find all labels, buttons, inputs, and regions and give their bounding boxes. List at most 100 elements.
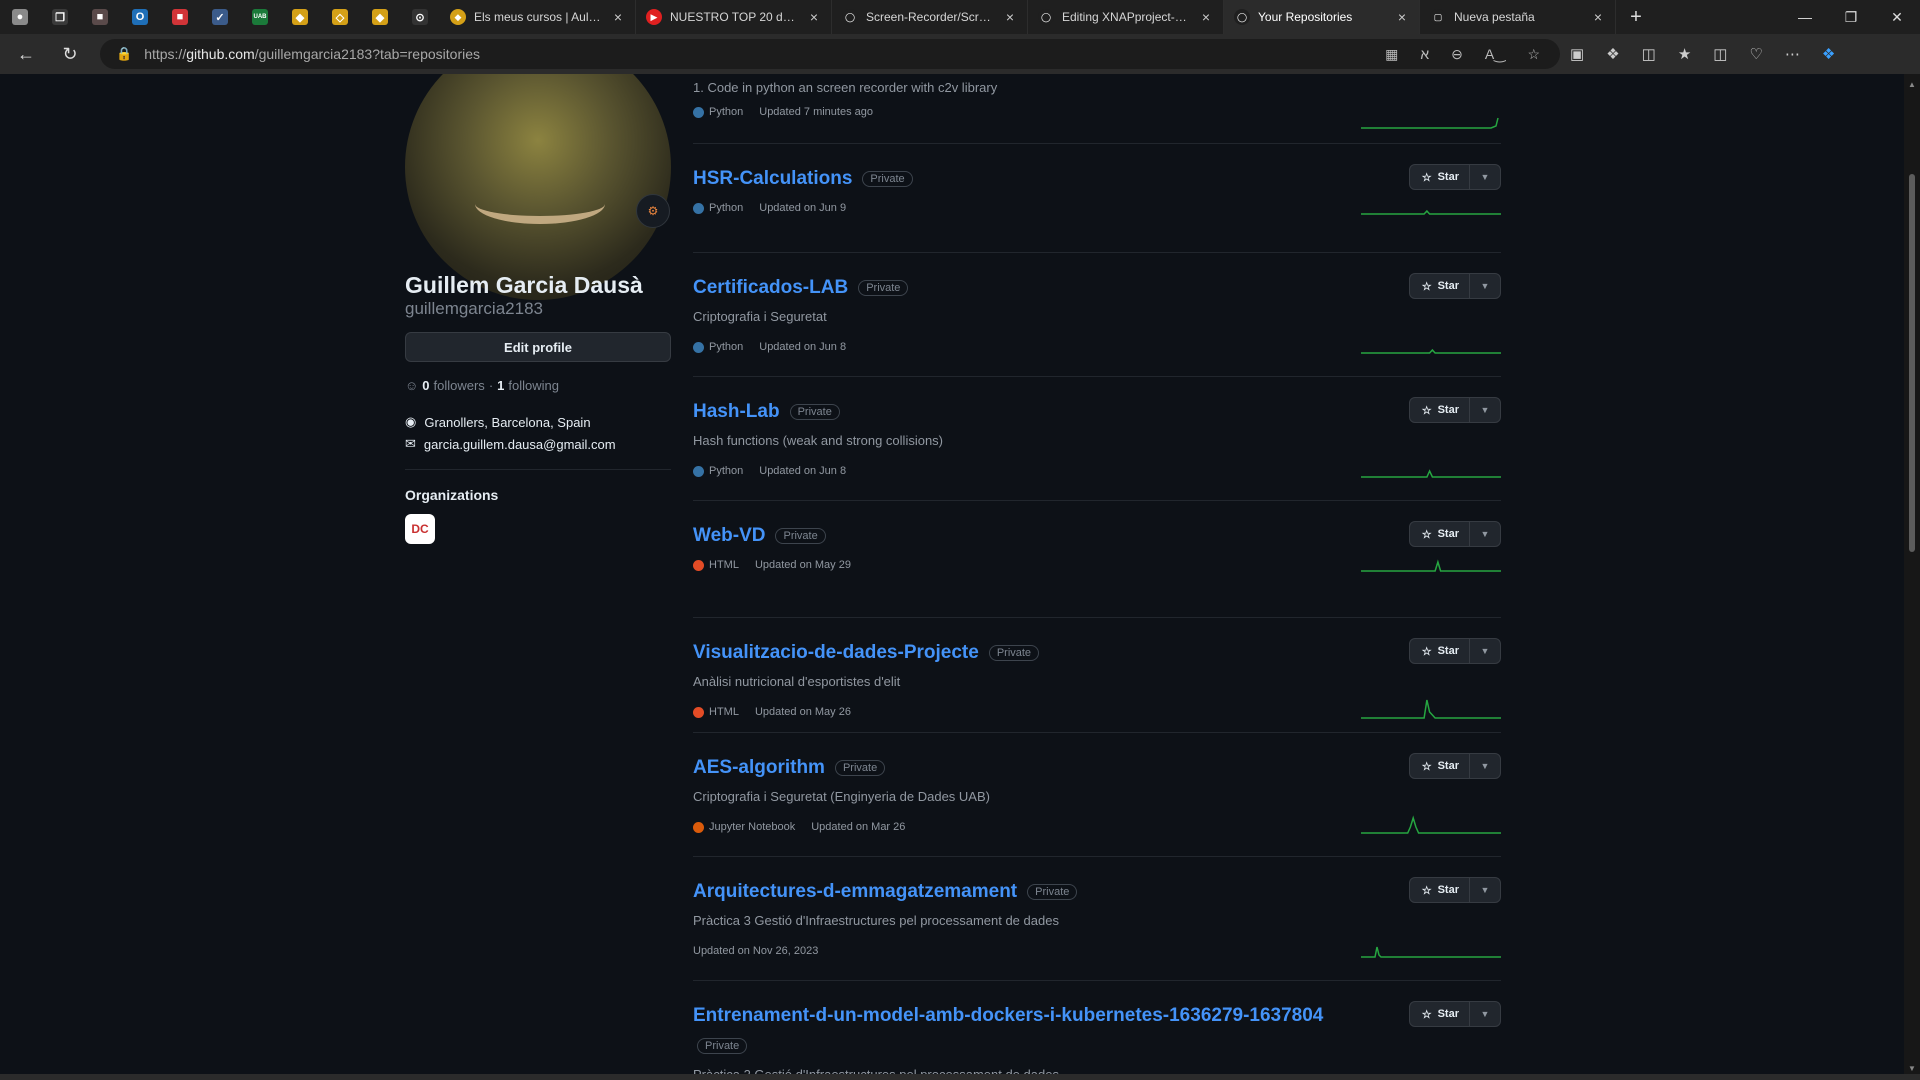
- favorite-star-icon[interactable]: ☆: [1527, 46, 1540, 63]
- flag-extension-icon[interactable]: ▣: [1570, 45, 1584, 63]
- star-list-dropdown[interactable]: ▼: [1470, 1002, 1500, 1026]
- repo-name-link[interactable]: AES-algorithm: [693, 757, 825, 779]
- tab-favicon-icon: ▶: [646, 9, 662, 25]
- star-button[interactable]: ☆ Star: [1410, 398, 1470, 422]
- following-label[interactable]: following: [508, 378, 559, 393]
- star-button[interactable]: ☆ Star: [1410, 522, 1470, 546]
- diamond-2-icon[interactable]: ◇: [320, 0, 360, 34]
- following-count[interactable]: 1: [497, 378, 504, 393]
- back-icon[interactable]: ←: [8, 36, 44, 72]
- email-link[interactable]: garcia.guillem.dausa@gmail.com: [424, 437, 616, 452]
- close-window-icon[interactable]: ✕: [1874, 0, 1920, 34]
- refresh-icon[interactable]: ↻: [52, 36, 88, 72]
- visibility-badge: Private: [834, 760, 886, 776]
- outlook-icon[interactable]: O: [120, 0, 160, 34]
- tab-favicon-icon: ▢: [1430, 9, 1446, 25]
- sparkline-path: [1361, 469, 1501, 478]
- close-tab-icon[interactable]: ×: [611, 9, 625, 25]
- star-button[interactable]: ☆ Star: [1410, 274, 1470, 298]
- chatgpt-icon[interactable]: ⊙: [400, 0, 440, 34]
- close-tab-icon[interactable]: ×: [1395, 9, 1409, 25]
- diamond-3-icon[interactable]: ◆: [360, 0, 400, 34]
- browser-essentials-icon[interactable]: ♡: [1749, 45, 1762, 63]
- visibility-badge: Private: [789, 404, 840, 420]
- followers-label[interactable]: followers: [434, 378, 485, 393]
- activity-sparkline: [1361, 946, 1501, 958]
- repo-name-link[interactable]: Arquitectures-d-emmagatzemament: [693, 881, 1017, 903]
- avatar[interactable]: [405, 74, 671, 300]
- uab-icon[interactable]: UAB: [240, 0, 280, 34]
- more-options-icon[interactable]: ⋯: [1785, 45, 1800, 63]
- star-list-dropdown[interactable]: ▼: [1470, 522, 1500, 546]
- star-button[interactable]: ☆ Star: [1410, 639, 1470, 663]
- close-tab-icon[interactable]: ×: [1199, 9, 1213, 25]
- copilot-icon[interactable]: ❖: [1822, 45, 1835, 63]
- repo-updated: Updated on May 29: [754, 559, 851, 571]
- location-row: ◉ Granollers, Barcelona, Spain: [405, 414, 591, 430]
- pinned-tab-red-icon[interactable]: ■: [160, 0, 200, 34]
- followers-count[interactable]: 0: [422, 378, 429, 393]
- star-button[interactable]: ☆ Star: [1410, 1002, 1470, 1026]
- close-tab-icon[interactable]: ×: [1003, 9, 1017, 25]
- organizations-heading: Organizations: [405, 487, 499, 503]
- browser-tab[interactable]: ◯ Editing XNAPproject-03/ ×: [1028, 0, 1224, 34]
- browser-tab[interactable]: ◯ Screen-Recorder/Screen- ×: [832, 0, 1028, 34]
- pinned-tab-check-icon[interactable]: ✓: [200, 0, 240, 34]
- scrollbar-thumb[interactable]: [1909, 174, 1915, 552]
- repo-name-link[interactable]: Certificados-LAB: [693, 277, 848, 299]
- pinned-tab-1-icon[interactable]: ■: [80, 0, 120, 34]
- star-button[interactable]: ☆ Star: [1410, 165, 1470, 189]
- activity-sparkline: [1361, 699, 1501, 719]
- star-list-dropdown[interactable]: ▼: [1470, 639, 1500, 663]
- scroll-up-icon[interactable]: ▲: [1907, 80, 1917, 90]
- diamond-1-icon[interactable]: ◆: [280, 0, 320, 34]
- app-available-icon[interactable]: ▦: [1385, 46, 1398, 63]
- pinned-tab-check-icon-glyph: ✓: [212, 9, 228, 25]
- new-tab-button[interactable]: +: [1616, 0, 1656, 34]
- extensions-icon[interactable]: ❖: [1606, 45, 1619, 63]
- edit-profile-button[interactable]: Edit profile: [405, 332, 671, 362]
- repo-name-link[interactable]: Hash-Lab: [693, 401, 780, 423]
- minimize-icon[interactable]: —: [1782, 0, 1828, 34]
- repo-name-link[interactable]: Entrenament-d-un-model-amb-dockers-i-kub…: [693, 1005, 1323, 1027]
- chevron-down-icon: ▼: [1480, 529, 1490, 539]
- favorites-icon[interactable]: ★: [1678, 45, 1691, 63]
- collections-icon[interactable]: ◫: [1713, 45, 1727, 63]
- star-list-dropdown[interactable]: ▼: [1470, 398, 1500, 422]
- star-icon: ☆: [1421, 760, 1432, 773]
- repo-name-link[interactable]: Visualitzacio-de-dades-Projecte: [693, 642, 979, 664]
- repo-meta: Python Updated on Jun 8: [693, 341, 846, 353]
- restore-icon[interactable]: ❐: [1828, 0, 1874, 34]
- sparkline-path: [1361, 699, 1501, 719]
- browser-tab[interactable]: ▶ NUESTRO TOP 20 de JUG ×: [636, 0, 832, 34]
- star-list-dropdown[interactable]: ▼: [1470, 878, 1500, 902]
- browser-tab[interactable]: ◯ Your Repositories ×: [1224, 0, 1420, 34]
- activity-sparkline: [1361, 348, 1501, 354]
- browser-tab[interactable]: ▢ Nueva pestaña ×: [1420, 0, 1616, 34]
- split-screen-icon[interactable]: ◫: [1642, 45, 1656, 63]
- zoom-out-icon[interactable]: ⊖: [1451, 46, 1463, 63]
- star-list-dropdown[interactable]: ▼: [1470, 165, 1500, 189]
- translate-icon[interactable]: א: [1420, 46, 1429, 62]
- browser-tab[interactable]: ◆ Els meus cursos | Aules de ×: [440, 0, 636, 34]
- read-aloud-icon[interactable]: A‿: [1485, 46, 1506, 63]
- close-tab-icon[interactable]: ×: [807, 9, 821, 25]
- workspaces-icon[interactable]: ❐: [40, 0, 80, 34]
- url-field[interactable]: 🔒 https:// github.com /guillemgarcia2183…: [100, 39, 1560, 69]
- url-host: github.com: [186, 46, 255, 62]
- star-list-dropdown[interactable]: ▼: [1470, 754, 1500, 778]
- org-logo[interactable]: DC: [405, 514, 435, 544]
- repo-description: Pràctica 3 Gestió d'Infraestructures pel…: [693, 913, 1059, 928]
- star-button[interactable]: ☆ Star: [1410, 754, 1470, 778]
- repo-name-link[interactable]: Web-VD: [693, 525, 765, 547]
- star-label: Star: [1437, 280, 1459, 292]
- page-scrollbar[interactable]: ▲ ▼: [1904, 74, 1920, 1080]
- repo-name-link[interactable]: HSR-Calculations: [693, 168, 852, 190]
- scroll-down-icon[interactable]: ▼: [1907, 1064, 1917, 1074]
- profile-icon[interactable]: ●: [0, 0, 40, 34]
- close-tab-icon[interactable]: ×: [1591, 9, 1605, 25]
- star-list-dropdown[interactable]: ▼: [1470, 274, 1500, 298]
- star-button[interactable]: ☆ Star: [1410, 878, 1470, 902]
- status-emoji-icon[interactable]: ⚙: [636, 194, 670, 228]
- repo-meta: Python Updated 7 minutes ago: [693, 106, 873, 118]
